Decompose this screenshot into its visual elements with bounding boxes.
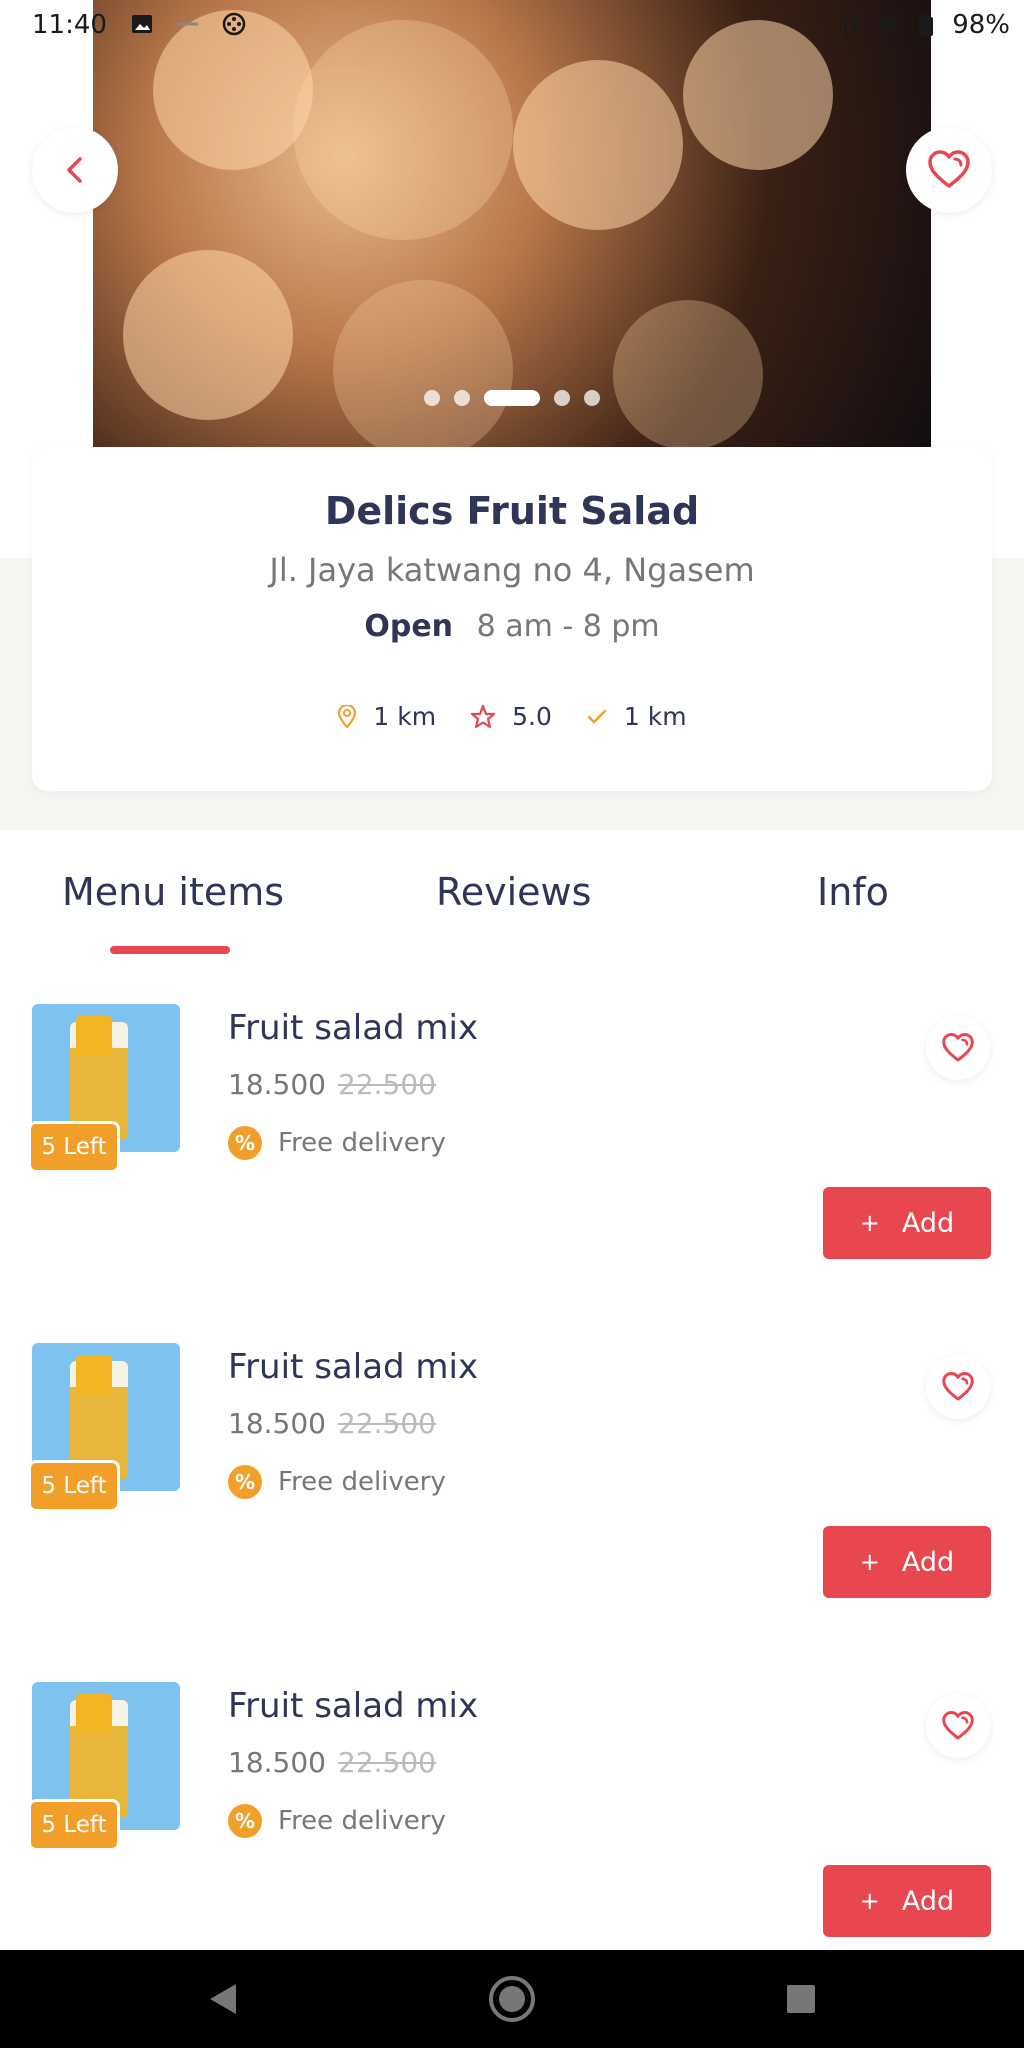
hours-range: 8 am - 8 pm [476, 609, 660, 644]
menu-item-price: 18.500 [228, 1068, 326, 1101]
triangle-back-icon [210, 1984, 236, 2014]
store-photo-carousel[interactable] [93, 0, 931, 447]
favorite-item-button[interactable] [926, 1694, 990, 1758]
add-to-cart-button[interactable]: + Add [823, 1865, 991, 1937]
system-icons: 98% [838, 10, 1010, 40]
menu-item-title[interactable]: Fruit salad mix [228, 1347, 478, 1387]
percent-icon: % [228, 1465, 262, 1499]
plus-icon: + [859, 1209, 880, 1237]
notification-icons [130, 12, 246, 36]
tab-menu-items[interactable]: Menu items [62, 870, 284, 914]
drink-cup [76, 1016, 112, 1056]
menu-item-old-price: 22.500 [338, 1407, 436, 1440]
delivery-info: % Free delivery [228, 1465, 446, 1499]
star-icon [471, 704, 496, 728]
heart-icon [928, 150, 970, 188]
carousel-dots [93, 390, 931, 406]
square-recents-icon [787, 1985, 815, 2013]
store-name: Delics Fruit Salad [324, 489, 700, 533]
carousel-dot[interactable] [424, 390, 440, 406]
carousel-dot[interactable] [584, 390, 600, 406]
add-button-label: Add [901, 1207, 955, 1239]
store-meta: 1 km 5.0 1 km [32, 702, 992, 731]
nav-back-button[interactable] [192, 1968, 254, 2030]
percent-icon: % [228, 1126, 262, 1160]
bokeh-light [613, 300, 763, 447]
favorite-item-button[interactable] [926, 1355, 990, 1419]
rating-value: 5.0 [512, 702, 552, 731]
menu-item: 5 Left Fruit salad mix 18.500 22.500 % F… [0, 1682, 1024, 1952]
delivery-distance-info: 1 km [586, 702, 687, 731]
chevron-left-icon [67, 157, 82, 183]
plus-icon: + [859, 1548, 880, 1576]
back-button[interactable] [32, 127, 118, 213]
carousel-dot[interactable] [554, 390, 570, 406]
vibrate-icon [840, 15, 861, 35]
menu-item-price: 18.500 [228, 1746, 326, 1779]
store-info-card: Delics Fruit Salad Jl. Jaya katwang no 4… [32, 447, 992, 791]
delivery-info: % Free delivery [228, 1804, 446, 1838]
stock-badge: 5 Left [28, 1460, 120, 1512]
image-icon [132, 15, 152, 33]
menu-item-title[interactable]: Fruit salad mix [228, 1008, 478, 1048]
add-to-cart-button[interactable]: + Add [823, 1187, 991, 1259]
menu-item-price: 18.500 [228, 1407, 326, 1440]
delivery-label: Free delivery [278, 1128, 446, 1158]
stock-badge: 5 Left [28, 1121, 120, 1173]
delivery-info: % Free delivery [228, 1126, 446, 1160]
active-tab-indicator [110, 946, 230, 954]
cast-icon [178, 22, 198, 26]
nav-home-button[interactable] [481, 1968, 543, 2030]
menu-item: 5 Left Fruit salad mix 18.500 22.500 % F… [0, 1343, 1024, 1613]
bokeh-light [293, 20, 513, 240]
tab-bar: Menu items Reviews Info [0, 870, 1024, 960]
drink-cup [76, 1355, 112, 1395]
heart-icon [942, 1033, 974, 1062]
battery-percent: 98% [952, 10, 1010, 40]
store-address: Jl. Jaya katwang no 4, Ngasem [269, 551, 755, 589]
wifi-icon [877, 17, 900, 34]
percent-icon: % [228, 1804, 262, 1838]
add-button-label: Add [901, 1885, 955, 1917]
delivery-label: Free delivery [278, 1467, 446, 1497]
tab-info[interactable]: Info [817, 870, 889, 914]
favorite-store-button[interactable] [906, 127, 992, 213]
hours-status: Open [364, 609, 454, 644]
heart-icon [942, 1711, 974, 1740]
carousel-dot[interactable] [454, 390, 470, 406]
favorite-item-button[interactable] [926, 1016, 990, 1080]
status-bar: 11:40 98% [0, 0, 1024, 52]
location-pin-icon [338, 704, 357, 729]
delivery-label: Free delivery [278, 1806, 446, 1836]
stock-badge: 5 Left [28, 1799, 120, 1851]
rating-info: 5.0 [470, 702, 552, 731]
battery-icon [919, 15, 934, 36]
menu-item-old-price: 22.500 [338, 1068, 436, 1101]
tab-reviews[interactable]: Reviews [436, 870, 591, 914]
carousel-dot-active[interactable] [484, 390, 540, 406]
add-to-cart-button[interactable]: + Add [823, 1526, 991, 1598]
heart-icon [942, 1372, 974, 1401]
system-navigation-bar [0, 1950, 1024, 2048]
checkmark-icon [587, 709, 607, 723]
film-reel-icon [222, 12, 246, 36]
bokeh-light [513, 60, 683, 230]
menu-item-title[interactable]: Fruit salad mix [228, 1686, 478, 1726]
add-button-label: Add [901, 1546, 955, 1578]
status-time: 11:40 [32, 10, 107, 40]
distance-value: 1 km [373, 702, 437, 731]
nav-recent-apps-button[interactable] [770, 1968, 832, 2030]
menu-item-old-price: 22.500 [338, 1746, 436, 1779]
menu-item: 5 Left Fruit salad mix 18.500 22.500 % F… [0, 1004, 1024, 1274]
distance-info: 1 km [337, 702, 436, 731]
delivery-distance-value: 1 km [623, 702, 687, 731]
home-circle-icon [489, 1976, 535, 2022]
plus-icon: + [859, 1887, 880, 1915]
bokeh-light [333, 280, 513, 447]
store-hours: Open 8 am - 8 pm [32, 609, 992, 644]
drink-cup [76, 1694, 112, 1734]
